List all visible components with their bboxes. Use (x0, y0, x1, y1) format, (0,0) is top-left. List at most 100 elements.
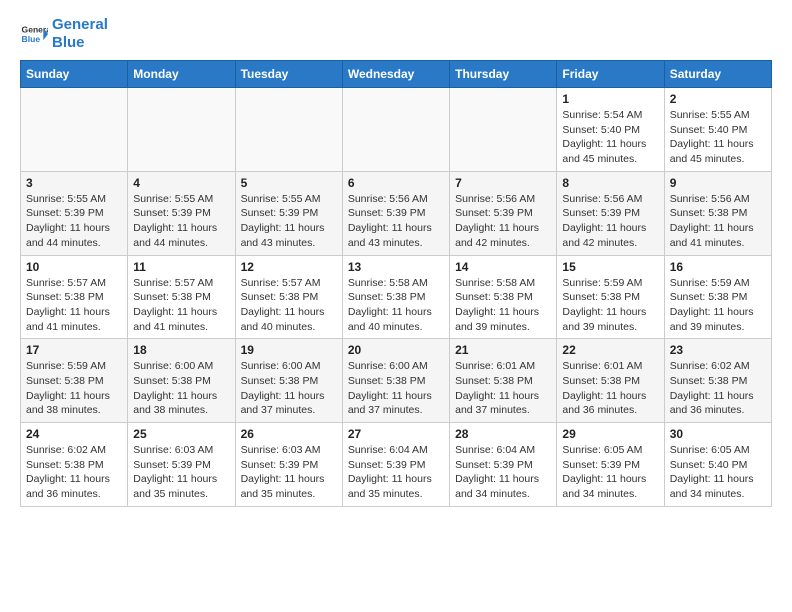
calendar-cell: 25 Sunrise: 6:03 AMSunset: 5:39 PMDayligh… (128, 423, 235, 507)
day-info: Sunrise: 5:59 AMSunset: 5:38 PMDaylight:… (562, 276, 658, 335)
weekday-header: Friday (557, 61, 664, 88)
calendar-week-row: 24 Sunrise: 6:02 AMSunset: 5:38 PMDayligh… (21, 423, 772, 507)
calendar-cell: 7 Sunrise: 5:56 AMSunset: 5:39 PMDaylight… (450, 171, 557, 255)
day-number: 20 (348, 343, 444, 357)
day-info: Sunrise: 6:03 AMSunset: 5:39 PMDaylight:… (241, 443, 337, 502)
calendar-table: SundayMondayTuesdayWednesdayThursdayFrid… (20, 60, 772, 507)
day-info: Sunrise: 6:01 AMSunset: 5:38 PMDaylight:… (455, 359, 551, 418)
calendar-cell: 13 Sunrise: 5:58 AMSunset: 5:38 PMDayligh… (342, 255, 449, 339)
day-info: Sunrise: 6:03 AMSunset: 5:39 PMDaylight:… (133, 443, 229, 502)
day-info: Sunrise: 5:57 AMSunset: 5:38 PMDaylight:… (26, 276, 122, 335)
day-number: 28 (455, 427, 551, 441)
day-number: 4 (133, 176, 229, 190)
day-info: Sunrise: 6:05 AMSunset: 5:39 PMDaylight:… (562, 443, 658, 502)
svg-text:Blue: Blue (22, 34, 41, 44)
day-info: Sunrise: 6:00 AMSunset: 5:38 PMDaylight:… (241, 359, 337, 418)
day-info: Sunrise: 5:58 AMSunset: 5:38 PMDaylight:… (455, 276, 551, 335)
day-number: 23 (670, 343, 766, 357)
day-number: 2 (670, 92, 766, 106)
day-number: 19 (241, 343, 337, 357)
day-number: 27 (348, 427, 444, 441)
calendar-cell: 12 Sunrise: 5:57 AMSunset: 5:38 PMDayligh… (235, 255, 342, 339)
calendar-cell: 10 Sunrise: 5:57 AMSunset: 5:38 PMDayligh… (21, 255, 128, 339)
day-info: Sunrise: 6:00 AMSunset: 5:38 PMDaylight:… (348, 359, 444, 418)
day-info: Sunrise: 5:55 AMSunset: 5:39 PMDaylight:… (26, 192, 122, 251)
calendar-cell: 6 Sunrise: 5:56 AMSunset: 5:39 PMDaylight… (342, 171, 449, 255)
calendar-cell (450, 88, 557, 172)
day-number: 18 (133, 343, 229, 357)
day-info: Sunrise: 5:57 AMSunset: 5:38 PMDaylight:… (241, 276, 337, 335)
day-number: 21 (455, 343, 551, 357)
calendar-cell: 30Sunrise: 6:05 AMSunset: 5:40 PMDayligh… (664, 423, 771, 507)
calendar-cell: 26Sunrise: 6:03 AMSunset: 5:39 PMDayligh… (235, 423, 342, 507)
day-info: Sunrise: 6:05 AMSunset: 5:40 PMDaylight:… (670, 443, 766, 502)
day-number: 8 (562, 176, 658, 190)
day-number: 15 (562, 260, 658, 274)
day-info: Sunrise: 6:04 AMSunset: 5:39 PMDaylight:… (348, 443, 444, 502)
calendar-cell: 18Sunrise: 6:00 AMSunset: 5:38 PMDayligh… (128, 339, 235, 423)
weekday-header: Thursday (450, 61, 557, 88)
day-number: 25 (133, 427, 229, 441)
day-number: 24 (26, 427, 122, 441)
calendar-cell: 27 Sunrise: 6:04 AMSunset: 5:39 PMDayligh… (342, 423, 449, 507)
day-number: 22 (562, 343, 658, 357)
day-info: Sunrise: 5:55 AMSunset: 5:40 PMDaylight:… (670, 108, 766, 167)
calendar-cell: 22Sunrise: 6:01 AMSunset: 5:38 PMDayligh… (557, 339, 664, 423)
weekday-header: Sunday (21, 61, 128, 88)
calendar-cell: 20 Sunrise: 6:00 AMSunset: 5:38 PMDayligh… (342, 339, 449, 423)
day-info: Sunrise: 5:59 AMSunset: 5:38 PMDaylight:… (670, 276, 766, 335)
calendar-cell: 17 Sunrise: 5:59 AMSunset: 5:38 PMDayligh… (21, 339, 128, 423)
calendar-cell (342, 88, 449, 172)
calendar-week-row: 1 Sunrise: 5:54 AMSunset: 5:40 PMDaylight… (21, 88, 772, 172)
day-number: 9 (670, 176, 766, 190)
day-number: 12 (241, 260, 337, 274)
calendar-cell: 5Sunrise: 5:55 AMSunset: 5:39 PMDaylight… (235, 171, 342, 255)
day-number: 16 (670, 260, 766, 274)
day-number: 6 (348, 176, 444, 190)
calendar-cell: 29 Sunrise: 6:05 AMSunset: 5:39 PMDayligh… (557, 423, 664, 507)
day-info: Sunrise: 5:56 AMSunset: 5:38 PMDaylight:… (670, 192, 766, 251)
day-number: 14 (455, 260, 551, 274)
weekday-header: Monday (128, 61, 235, 88)
calendar-cell: 28 Sunrise: 6:04 AMSunset: 5:39 PMDayligh… (450, 423, 557, 507)
day-info: Sunrise: 5:55 AMSunset: 5:39 PMDaylight:… (133, 192, 229, 251)
calendar-header-row: SundayMondayTuesdayWednesdayThursdayFrid… (21, 61, 772, 88)
calendar-cell: 24 Sunrise: 6:02 AMSunset: 5:38 PMDayligh… (21, 423, 128, 507)
day-number: 7 (455, 176, 551, 190)
calendar-cell: 19 Sunrise: 6:00 AMSunset: 5:38 PMDayligh… (235, 339, 342, 423)
day-info: Sunrise: 5:55 AMSunset: 5:39 PMDaylight:… (241, 192, 337, 251)
day-number: 1 (562, 92, 658, 106)
calendar-week-row: 10 Sunrise: 5:57 AMSunset: 5:38 PMDayligh… (21, 255, 772, 339)
calendar-cell: 11Sunrise: 5:57 AMSunset: 5:38 PMDayligh… (128, 255, 235, 339)
day-info: Sunrise: 6:02 AMSunset: 5:38 PMDaylight:… (26, 443, 122, 502)
weekday-header: Saturday (664, 61, 771, 88)
day-info: Sunrise: 5:58 AMSunset: 5:38 PMDaylight:… (348, 276, 444, 335)
weekday-header: Tuesday (235, 61, 342, 88)
logo: General Blue GeneralBlue (20, 16, 108, 52)
calendar-cell: 1 Sunrise: 5:54 AMSunset: 5:40 PMDaylight… (557, 88, 664, 172)
day-number: 17 (26, 343, 122, 357)
calendar-cell: 15 Sunrise: 5:59 AMSunset: 5:38 PMDayligh… (557, 255, 664, 339)
logo-icon: General Blue (20, 20, 48, 48)
calendar-cell (128, 88, 235, 172)
day-info: Sunrise: 5:56 AMSunset: 5:39 PMDaylight:… (562, 192, 658, 251)
day-number: 10 (26, 260, 122, 274)
day-number: 3 (26, 176, 122, 190)
page-header: General Blue GeneralBlue (20, 16, 772, 52)
day-number: 29 (562, 427, 658, 441)
calendar-cell: 16 Sunrise: 5:59 AMSunset: 5:38 PMDayligh… (664, 255, 771, 339)
calendar-week-row: 17 Sunrise: 5:59 AMSunset: 5:38 PMDayligh… (21, 339, 772, 423)
day-info: Sunrise: 6:02 AMSunset: 5:38 PMDaylight:… (670, 359, 766, 418)
calendar-cell (235, 88, 342, 172)
day-number: 13 (348, 260, 444, 274)
calendar-cell: 9 Sunrise: 5:56 AMSunset: 5:38 PMDaylight… (664, 171, 771, 255)
calendar-cell: 8 Sunrise: 5:56 AMSunset: 5:39 PMDaylight… (557, 171, 664, 255)
day-info: Sunrise: 6:04 AMSunset: 5:39 PMDaylight:… (455, 443, 551, 502)
day-info: Sunrise: 5:56 AMSunset: 5:39 PMDaylight:… (455, 192, 551, 251)
calendar-week-row: 3 Sunrise: 5:55 AMSunset: 5:39 PMDaylight… (21, 171, 772, 255)
calendar-cell: 2 Sunrise: 5:55 AMSunset: 5:40 PMDaylight… (664, 88, 771, 172)
day-info: Sunrise: 5:56 AMSunset: 5:39 PMDaylight:… (348, 192, 444, 251)
day-info: Sunrise: 5:54 AMSunset: 5:40 PMDaylight:… (562, 108, 658, 167)
day-info: Sunrise: 5:59 AMSunset: 5:38 PMDaylight:… (26, 359, 122, 418)
day-number: 11 (133, 260, 229, 274)
